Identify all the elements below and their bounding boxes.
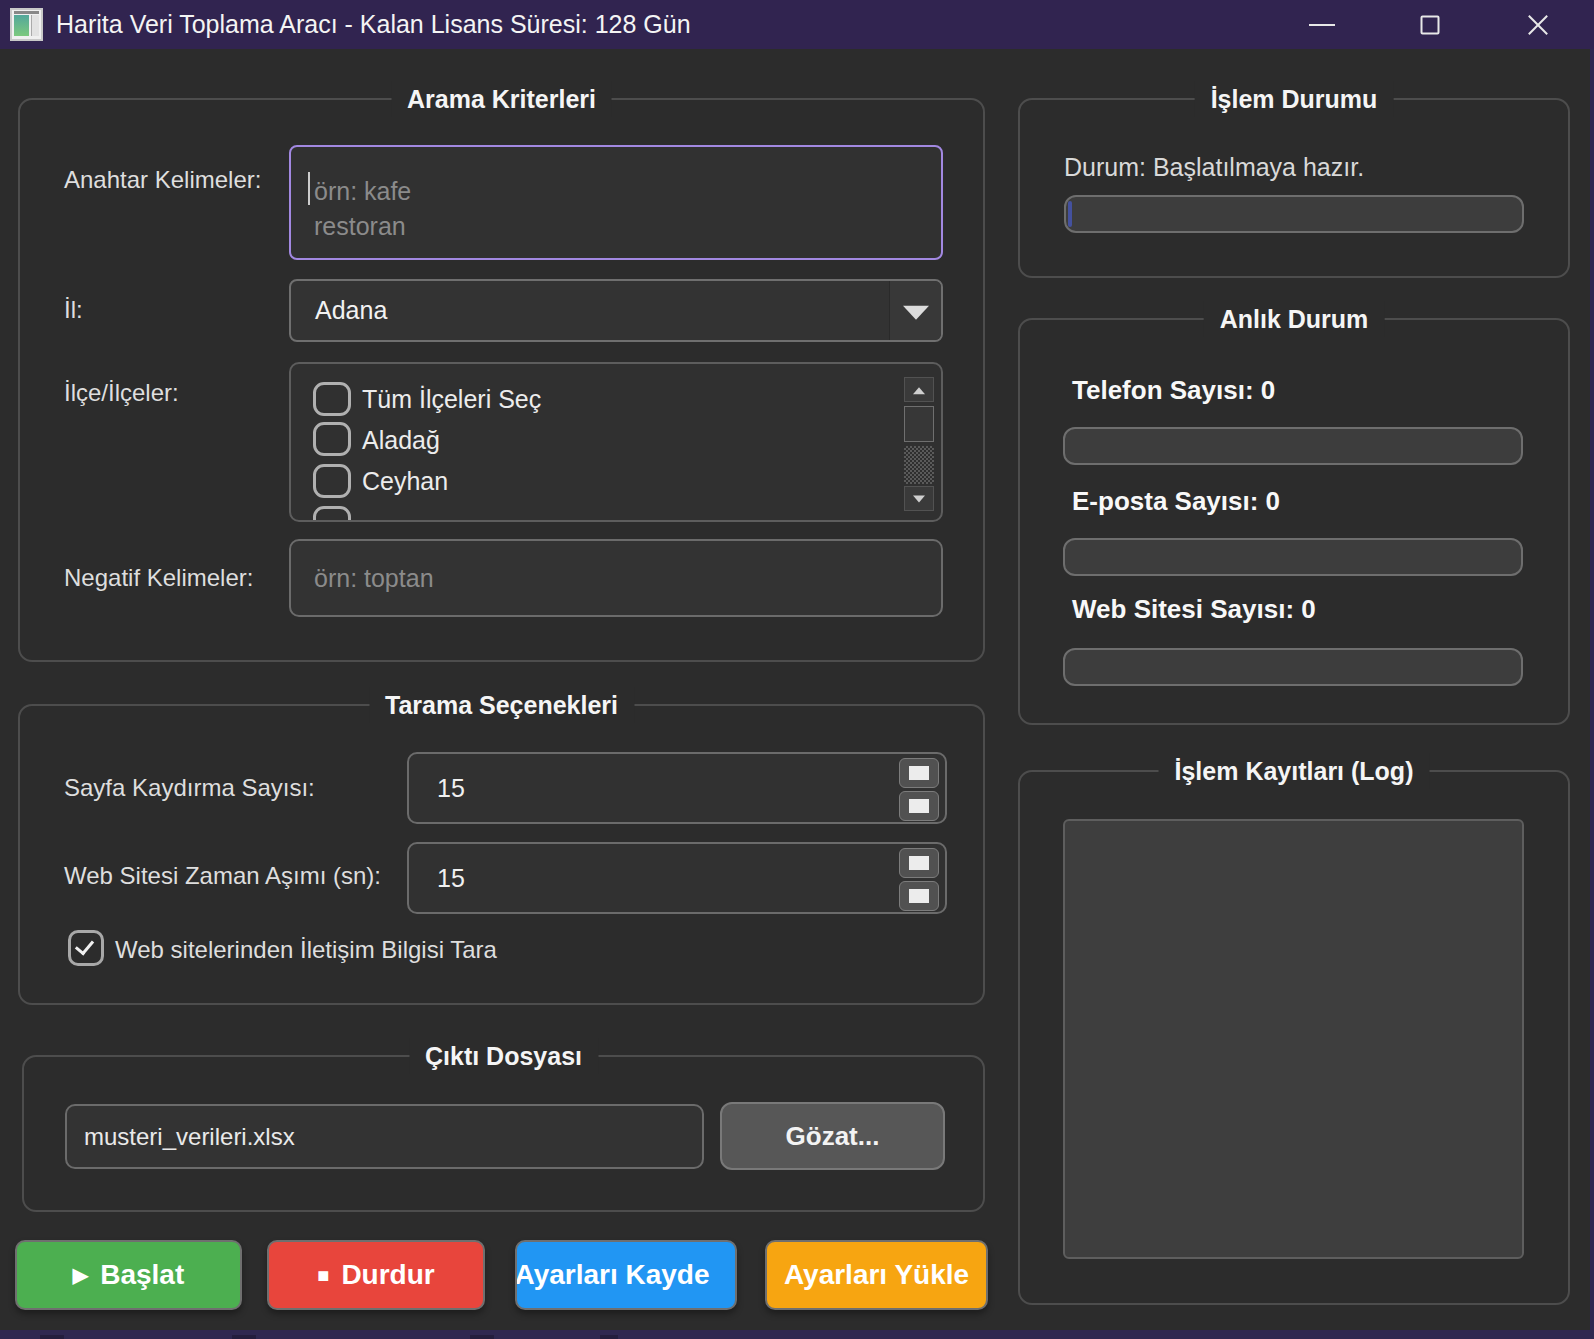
negative-placeholder: örn: toptan: [314, 541, 434, 615]
timeout-down-button[interactable]: [899, 881, 939, 911]
log-title: İşlem Kayıtları (Log): [1159, 753, 1430, 789]
start-button[interactable]: ▶ Başlat: [15, 1240, 242, 1310]
progress-indicator: [1068, 201, 1072, 227]
save-settings-button[interactable]: Ayarları Kayde: [515, 1240, 737, 1310]
stop-button[interactable]: ■ Durdur: [267, 1240, 485, 1310]
contact-scan-label: Web sitelerinden İletişim Bilgisi Tara: [115, 933, 497, 967]
scrollbar-thumb[interactable]: [904, 406, 934, 442]
close-icon: [1525, 12, 1551, 38]
timeout-spinbox[interactable]: 15: [407, 842, 947, 914]
phone-progressbar: [1063, 427, 1523, 465]
email-count-label: E-posta Sayısı: 0: [1072, 483, 1280, 519]
timeout-up-button[interactable]: [899, 848, 939, 878]
negative-label: Negatif Kelimeler:: [64, 561, 253, 595]
district-checkbox-0[interactable]: [313, 382, 351, 416]
process-status-group: İşlem Durumu Durum: Başlatılmaya hazır.: [1018, 98, 1570, 278]
output-file-group: Çıktı Dosyası musteri_verileri.xlsx Göza…: [22, 1055, 985, 1212]
start-button-label: Başlat: [100, 1259, 184, 1291]
log-textarea[interactable]: [1063, 819, 1524, 1259]
keywords-placeholder-line2: restoran: [314, 209, 406, 243]
minimize-icon: [1309, 24, 1335, 26]
scrollbar-trough[interactable]: [904, 446, 934, 484]
scan-options-title: Tarama Seçenekleri: [369, 687, 634, 723]
keywords-textarea[interactable]: örn: kafe restoran: [289, 145, 943, 260]
status-text: Durum: Başlatılmaya hazır.: [1064, 150, 1364, 184]
spin-up-icon: [909, 856, 929, 870]
text-cursor: [308, 172, 310, 205]
chevron-down-icon: [903, 305, 929, 319]
keywords-label: Anahtar Kelimeler:: [64, 163, 261, 197]
districts-label: İlçe/İlçeler:: [64, 376, 179, 410]
keywords-placeholder-line1: örn: kafe: [314, 174, 411, 208]
load-settings-label: Ayarları Yükle: [784, 1259, 969, 1291]
district-item-2[interactable]: Ceyhan: [362, 461, 448, 501]
province-value: Adana: [315, 281, 387, 340]
live-stats-group: Anlık Durum Telefon Sayısı: 0 E-posta Sa…: [1018, 318, 1570, 725]
scrollbar-down-button[interactable]: [904, 486, 934, 511]
districts-scrollbar[interactable]: [904, 377, 934, 511]
maximize-button[interactable]: [1395, 0, 1465, 49]
province-combobox[interactable]: Adana: [289, 279, 943, 342]
app-icon: [10, 8, 43, 41]
output-path-value: musteri_verileri.xlsx: [84, 1106, 295, 1167]
browse-button[interactable]: Gözat...: [720, 1102, 945, 1170]
maximize-icon: [1421, 15, 1440, 34]
scroll-count-up-button[interactable]: [899, 758, 939, 788]
background-window-edge: [0, 1330, 1594, 1339]
main-progressbar: [1064, 195, 1524, 233]
timeout-value: 15: [437, 844, 465, 912]
load-settings-button[interactable]: Ayarları Yükle: [765, 1240, 988, 1310]
district-checkbox-1[interactable]: [313, 422, 351, 456]
output-path-input[interactable]: musteri_verileri.xlsx: [65, 1104, 704, 1169]
output-file-title: Çıktı Dosyası: [409, 1038, 598, 1074]
timeout-label: Web Sitesi Zaman Aşımı (sn):: [64, 859, 381, 893]
spin-down-icon: [909, 889, 929, 903]
scroll-count-value: 15: [437, 754, 465, 822]
scroll-count-down-button[interactable]: [899, 791, 939, 821]
stop-icon: ■: [317, 1264, 329, 1287]
scroll-count-label: Sayfa Kaydırma Sayısı:: [64, 771, 315, 805]
scroll-up-icon: [913, 387, 925, 394]
districts-listbox[interactable]: Tüm İlçeleri Seç Aladağ Ceyhan: [289, 362, 943, 522]
live-stats-title: Anlık Durum: [1204, 301, 1385, 337]
save-settings-label: Ayarları Kayde: [515, 1259, 710, 1291]
titlebar: Harita Veri Toplama Aracı - Kalan Lisans…: [0, 0, 1594, 49]
district-checkbox-2[interactable]: [313, 464, 351, 498]
process-status-title: İşlem Durumu: [1195, 81, 1394, 117]
spin-up-icon: [909, 766, 929, 780]
scan-options-group: Tarama Seçenekleri Sayfa Kaydırma Sayısı…: [18, 704, 985, 1005]
log-group: İşlem Kayıtları (Log): [1018, 770, 1570, 1305]
play-icon: ▶: [73, 1263, 88, 1287]
province-dropdown-button[interactable]: [889, 281, 941, 340]
email-progressbar: [1063, 538, 1523, 576]
spin-down-icon: [909, 799, 929, 813]
province-label: İl:: [64, 293, 83, 327]
district-checkbox-partial[interactable]: [313, 506, 351, 522]
website-count-label: Web Sitesi Sayısı: 0: [1072, 591, 1316, 627]
window-title: Harita Veri Toplama Aracı - Kalan Lisans…: [56, 0, 691, 49]
close-button[interactable]: [1503, 0, 1573, 49]
district-item-0[interactable]: Tüm İlçeleri Seç: [362, 379, 541, 419]
search-criteria-title: Arama Kriterleri: [391, 81, 612, 117]
negative-input[interactable]: örn: toptan: [289, 539, 943, 617]
stop-button-label: Durdur: [341, 1259, 434, 1291]
minimize-button[interactable]: [1287, 0, 1357, 49]
scrollbar-up-button[interactable]: [904, 377, 934, 402]
check-icon: [75, 935, 94, 955]
website-progressbar: [1063, 648, 1523, 686]
scroll-count-spinbox[interactable]: 15: [407, 752, 947, 824]
background-window-right-edge: [1590, 49, 1594, 1339]
scroll-down-icon: [913, 495, 925, 502]
phone-count-label: Telefon Sayısı: 0: [1072, 372, 1275, 408]
district-item-1[interactable]: Aladağ: [362, 420, 440, 460]
search-criteria-group: Arama Kriterleri Anahtar Kelimeler: örn:…: [18, 98, 985, 662]
contact-scan-checkbox[interactable]: [68, 930, 104, 966]
